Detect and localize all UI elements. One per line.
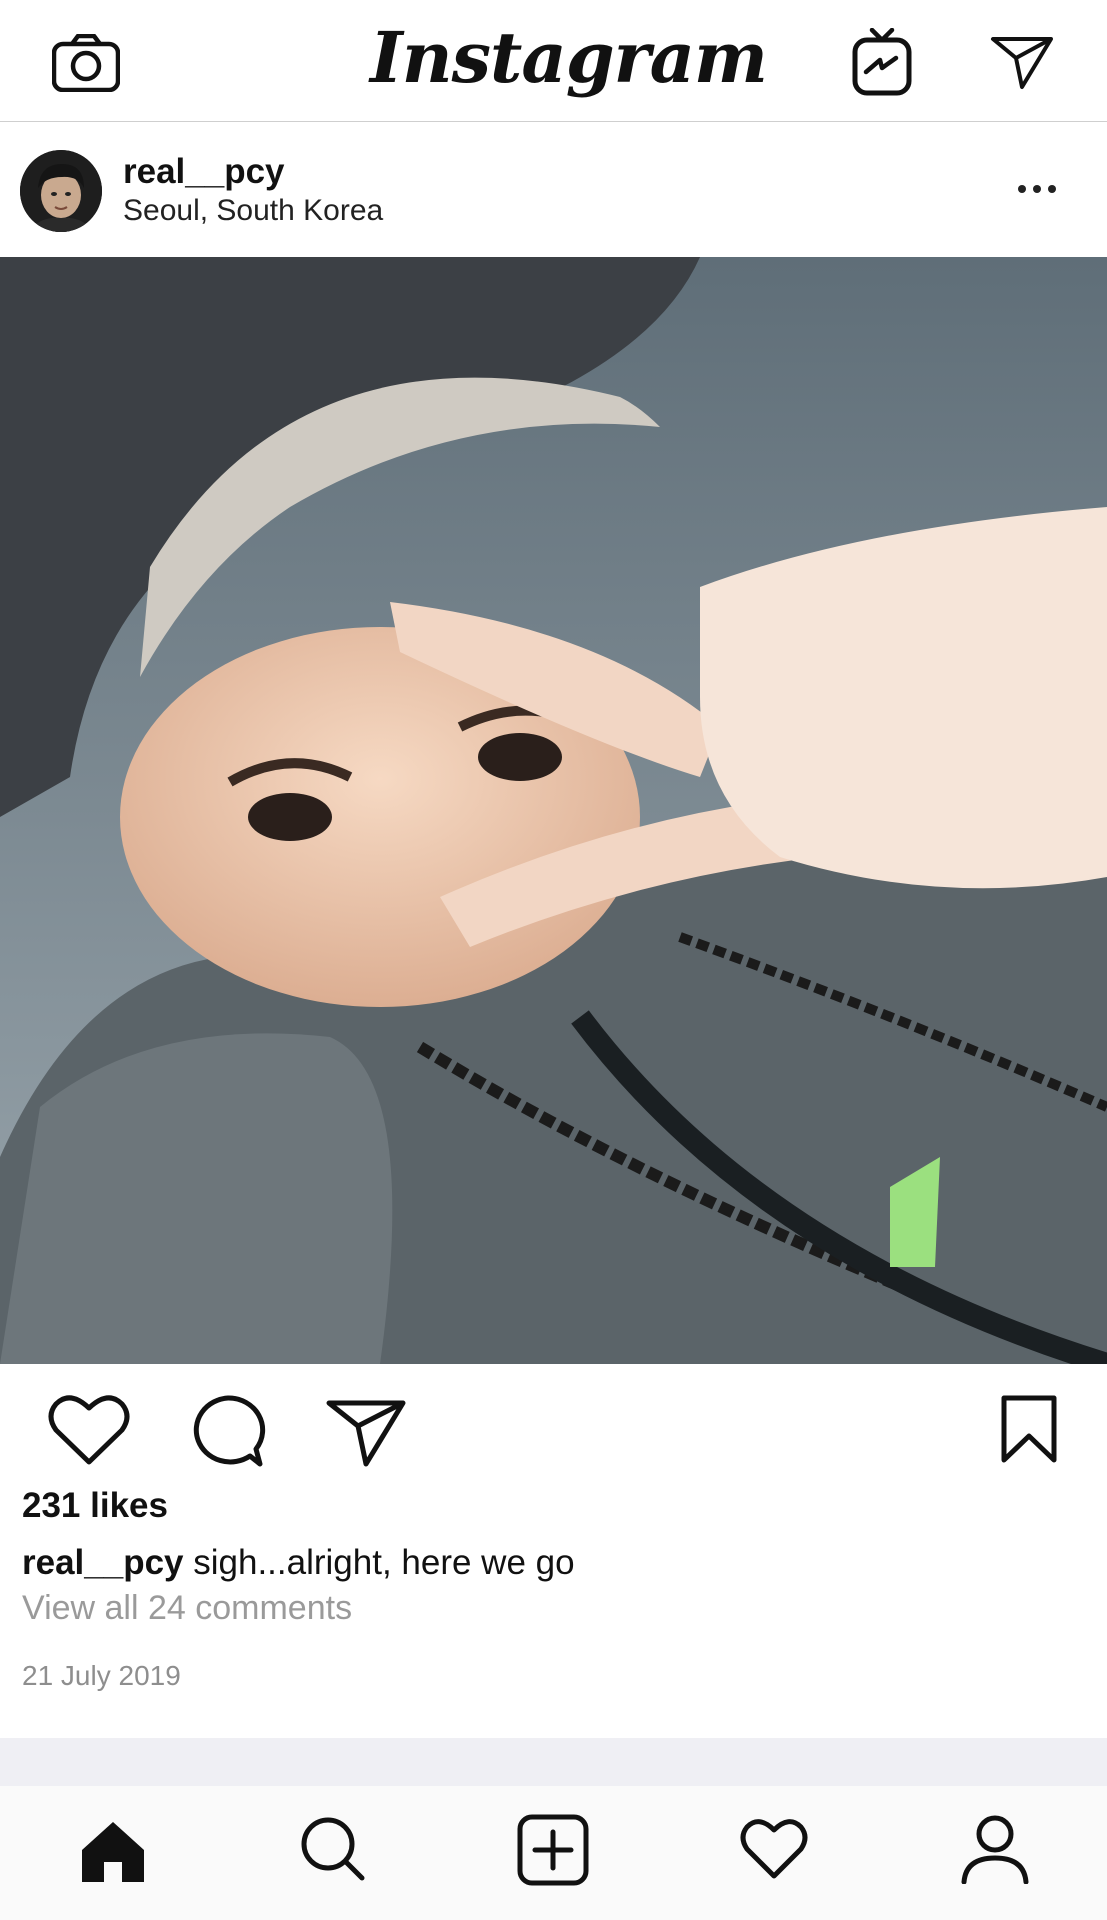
caption-username[interactable]: real__pcy: [22, 1543, 184, 1582]
direct-message-icon[interactable]: [990, 34, 1054, 90]
igtv-icon[interactable]: [852, 28, 912, 96]
instagram-logo: Instagram: [370, 16, 768, 99]
top-bar: Instagram: [0, 0, 1107, 122]
share-icon[interactable]: [326, 1398, 406, 1468]
camera-icon[interactable]: [52, 34, 120, 92]
feed-separator: [0, 1738, 1107, 1786]
post-actions: [0, 1364, 1107, 1474]
bottom-nav: [0, 1786, 1107, 1920]
like-icon[interactable]: [48, 1394, 130, 1466]
view-comments-link[interactable]: View all 24 comments: [22, 1589, 352, 1628]
post-date: 21 July 2019: [22, 1660, 181, 1691]
caption-text: sigh...alright, here we go: [183, 1543, 575, 1582]
new-post-icon[interactable]: [517, 1814, 589, 1886]
avatar[interactable]: [20, 150, 102, 232]
home-icon[interactable]: [80, 1820, 146, 1884]
post-photo[interactable]: [0, 257, 1107, 1364]
more-options-icon[interactable]: [1012, 174, 1062, 204]
bookmark-icon[interactable]: [1000, 1394, 1058, 1464]
profile-icon[interactable]: [960, 1814, 1030, 1884]
post-caption: real__pcy sigh...alright, here we go: [22, 1543, 575, 1583]
post-username[interactable]: real__pcy: [123, 152, 285, 192]
likes-count[interactable]: 231 likes: [22, 1486, 168, 1526]
post-location[interactable]: Seoul, South Korea: [123, 194, 383, 228]
comment-icon[interactable]: [190, 1394, 266, 1468]
post-header: real__pcy Seoul, South Korea: [0, 122, 1107, 257]
search-icon[interactable]: [300, 1816, 366, 1882]
activity-icon[interactable]: [740, 1818, 808, 1880]
